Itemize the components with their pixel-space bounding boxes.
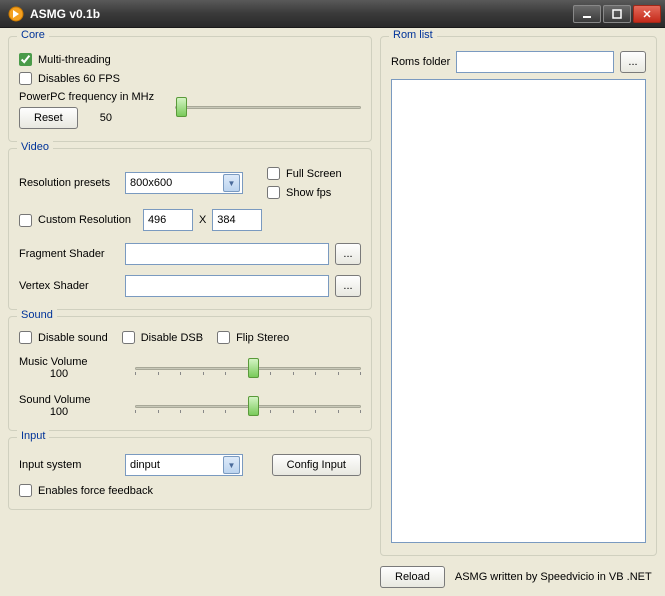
- fragment-shader-label: Fragment Shader: [19, 248, 119, 260]
- core-legend: Core: [17, 29, 49, 41]
- roms-folder-label: Roms folder: [391, 56, 450, 68]
- sound-legend: Sound: [17, 309, 57, 321]
- disable-sound-checkbox[interactable]: Disable sound: [19, 331, 108, 344]
- vertex-shader-input[interactable]: [125, 275, 329, 297]
- custom-width-input[interactable]: [143, 209, 193, 231]
- full-screen-checkbox[interactable]: Full Screen: [267, 167, 342, 180]
- resolution-presets-label: Resolution presets: [19, 177, 119, 189]
- music-volume-slider[interactable]: [135, 356, 361, 380]
- romlist-group: Rom list Roms folder ...: [380, 36, 657, 556]
- sound-volume-value: 100: [19, 406, 99, 418]
- roms-folder-browse-button[interactable]: ...: [620, 51, 646, 73]
- close-button[interactable]: [633, 5, 661, 23]
- multi-threading-checkbox[interactable]: Multi-threading: [19, 53, 111, 66]
- disables-60fps-checkbox[interactable]: Disables 60 FPS: [19, 72, 120, 85]
- chevron-down-icon: ▼: [223, 456, 240, 474]
- input-legend: Input: [17, 430, 49, 442]
- powerpc-freq-label: PowerPC frequency in MHz: [19, 91, 154, 103]
- fragment-shader-browse-button[interactable]: ...: [335, 243, 361, 265]
- custom-resolution-checkbox[interactable]: Custom Resolution: [19, 214, 131, 227]
- reset-button[interactable]: Reset: [19, 107, 78, 129]
- credits-text: ASMG written by Speedvicio in VB .NET: [455, 571, 652, 583]
- roms-folder-input[interactable]: [456, 51, 614, 73]
- x-separator: X: [199, 214, 206, 226]
- resolution-presets-combo[interactable]: 800x600 ▼: [125, 172, 243, 194]
- reload-button[interactable]: Reload: [380, 566, 445, 588]
- force-feedback-checkbox[interactable]: Enables force feedback: [19, 484, 153, 497]
- vertex-shader-browse-button[interactable]: ...: [335, 275, 361, 297]
- minimize-button[interactable]: [573, 5, 601, 23]
- window-title: ASMG v0.1b: [30, 7, 573, 21]
- sound-group: Sound Disable sound Disable DSB Flip Ste…: [8, 316, 372, 431]
- input-system-label: Input system: [19, 459, 119, 471]
- vertex-shader-label: Vertex Shader: [19, 280, 119, 292]
- video-legend: Video: [17, 141, 53, 153]
- fragment-shader-input[interactable]: [125, 243, 329, 265]
- romlist-legend: Rom list: [389, 29, 437, 41]
- custom-height-input[interactable]: [212, 209, 262, 231]
- core-group: Core Multi-threading Disables 60 FPS Pow…: [8, 36, 372, 142]
- input-group: Input Input system dinput ▼ Config Input…: [8, 437, 372, 510]
- powerpc-freq-slider[interactable]: [175, 95, 361, 119]
- chevron-down-icon: ▼: [223, 174, 240, 192]
- app-icon: [8, 6, 24, 22]
- input-system-combo[interactable]: dinput ▼: [125, 454, 243, 476]
- video-group: Video Resolution presets 800x600 ▼ Full …: [8, 148, 372, 310]
- flip-stereo-checkbox[interactable]: Flip Stereo: [217, 331, 289, 344]
- roms-listbox[interactable]: [391, 79, 646, 543]
- disable-dsb-checkbox[interactable]: Disable DSB: [122, 331, 203, 344]
- titlebar: ASMG v0.1b: [0, 0, 665, 28]
- powerpc-freq-value: 50: [100, 112, 112, 124]
- show-fps-checkbox[interactable]: Show fps: [267, 186, 342, 199]
- sound-volume-slider[interactable]: [135, 394, 361, 418]
- music-volume-value: 100: [19, 368, 99, 380]
- music-volume-label: Music Volume: [19, 356, 99, 368]
- config-input-button[interactable]: Config Input: [272, 454, 361, 476]
- sound-volume-label: Sound Volume: [19, 394, 99, 406]
- maximize-button[interactable]: [603, 5, 631, 23]
